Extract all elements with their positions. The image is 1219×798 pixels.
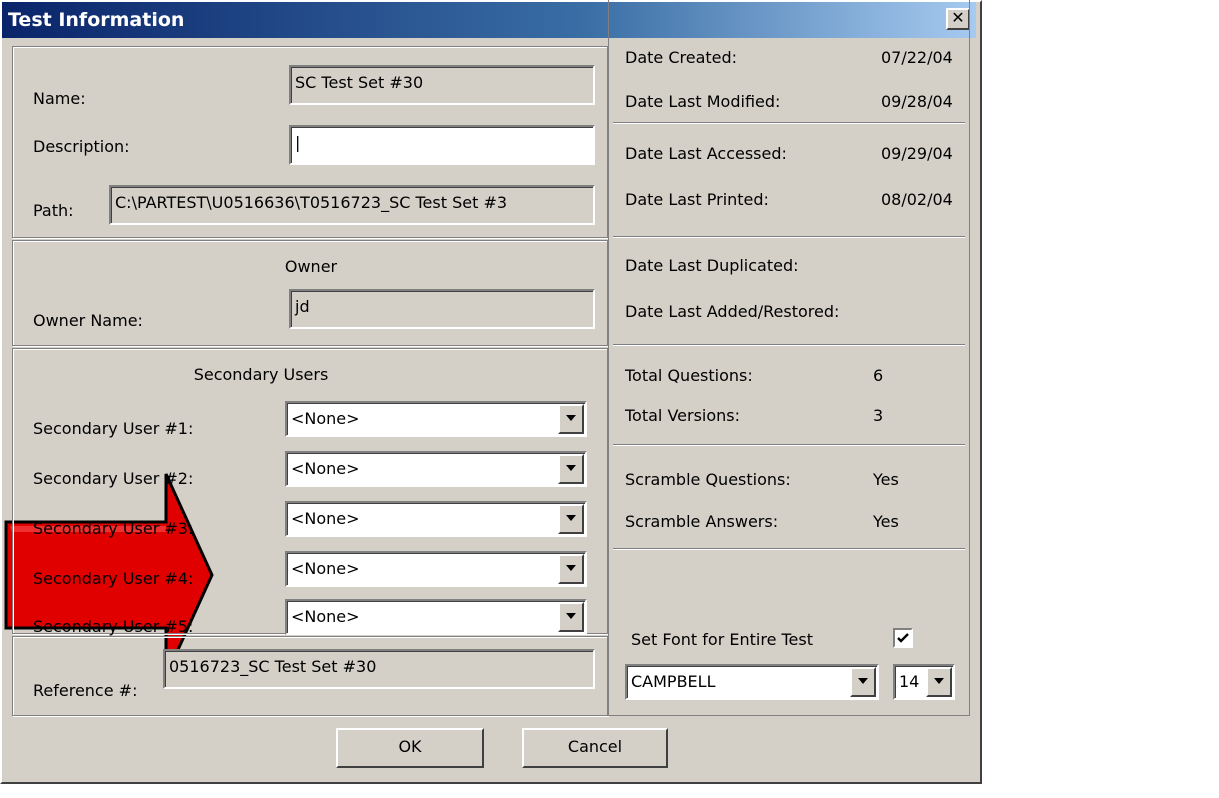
chevron-down-icon <box>566 465 576 471</box>
secondary-user-2-label: Secondary User #2: <box>33 469 194 488</box>
test-information-dialog: Test Information ✕ Name: SC Test Set #30… <box>0 0 982 784</box>
path-label: Path: <box>33 201 74 220</box>
divider <box>613 548 965 550</box>
chevron-down-icon <box>934 678 944 684</box>
owner-name-label: Owner Name: <box>33 311 143 330</box>
chevron-down-icon <box>566 515 576 521</box>
cancel-button[interactable]: Cancel <box>522 728 668 768</box>
general-info-group: Name: SC Test Set #30 Description: | Pat… <box>12 46 608 238</box>
secondary-users-group: Secondary Users Secondary User #1: <None… <box>12 348 608 636</box>
secondary-user-3-label: Secondary User #3: <box>33 519 194 538</box>
date-printed-label: Date Last Printed: <box>625 190 769 209</box>
set-font-label: Set Font for Entire Test <box>631 630 813 649</box>
owner-name-field[interactable]: jd <box>289 289 595 329</box>
secondary-user-4-value: <None> <box>291 559 360 578</box>
reference-label: Reference #: <box>33 681 138 700</box>
divider <box>613 122 965 124</box>
secondary-user-2-value: <None> <box>291 459 360 478</box>
secondary-user-5-label: Secondary User #5: <box>33 617 194 636</box>
secondary-user-1-label: Secondary User #1: <box>33 419 194 438</box>
reference-group: Reference #: 0516723_SC Test Set #30 <box>12 636 608 716</box>
dialog-title: Test Information <box>8 9 185 31</box>
date-created-label: Date Created: <box>625 48 738 67</box>
secondary-user-3-select[interactable]: <None> <box>285 501 587 537</box>
secondary-users-header: Secondary Users <box>193 365 329 384</box>
secondary-user-3-value: <None> <box>291 509 360 528</box>
date-modified-label: Date Last Modified: <box>625 92 781 111</box>
scramble-answers-value: Yes <box>873 512 899 531</box>
date-modified-value: 09/28/04 <box>881 92 953 111</box>
description-label: Description: <box>33 137 130 156</box>
secondary-user-1-value: <None> <box>291 409 360 428</box>
secondary-user-5-select[interactable]: <None> <box>285 599 587 635</box>
date-created-value: 07/22/04 <box>881 48 953 67</box>
dropdown-arrow-button[interactable] <box>558 504 584 534</box>
dropdown-arrow-button[interactable] <box>558 454 584 484</box>
owner-group: Owner Owner Name: jd <box>12 240 608 346</box>
scramble-questions-value: Yes <box>873 470 899 489</box>
chevron-down-icon <box>566 415 576 421</box>
total-versions-value: 3 <box>873 406 884 425</box>
secondary-user-1-select[interactable]: <None> <box>285 401 587 437</box>
date-duplicated-label: Date Last Duplicated: <box>625 256 799 275</box>
set-font-checkbox[interactable] <box>893 628 913 648</box>
divider <box>613 344 965 346</box>
description-input[interactable]: | <box>289 125 595 165</box>
owner-header: Owner <box>284 257 338 276</box>
dropdown-arrow-button[interactable] <box>926 667 952 697</box>
name-field[interactable]: SC Test Set #30 <box>289 65 595 105</box>
scramble-answers-label: Scramble Answers: <box>625 512 779 531</box>
scramble-questions-label: Scramble Questions: <box>625 470 791 489</box>
dropdown-arrow-button[interactable] <box>558 602 584 632</box>
secondary-user-4-label: Secondary User #4: <box>33 569 194 588</box>
secondary-user-4-select[interactable]: <None> <box>285 551 587 587</box>
total-questions-value: 6 <box>873 366 884 385</box>
ok-button[interactable]: OK <box>336 728 484 768</box>
total-questions-label: Total Questions: <box>625 366 753 385</box>
total-versions-label: Total Versions: <box>625 406 741 425</box>
font-name-value: CAMPBELL <box>631 672 716 691</box>
dropdown-arrow-button[interactable] <box>850 667 876 697</box>
date-accessed-label: Date Last Accessed: <box>625 144 787 163</box>
font-name-select[interactable]: CAMPBELL <box>625 664 879 700</box>
chevron-down-icon <box>858 678 868 684</box>
secondary-user-2-select[interactable]: <None> <box>285 451 587 487</box>
divider <box>613 236 965 238</box>
date-accessed-value: 09/29/04 <box>881 144 953 163</box>
dropdown-arrow-button[interactable] <box>558 404 584 434</box>
chevron-down-icon <box>566 613 576 619</box>
date-printed-value: 08/02/04 <box>881 190 953 209</box>
divider <box>613 444 965 446</box>
checkmark-icon <box>897 633 909 643</box>
right-panel: Date Created: 07/22/04 Date Last Modifie… <box>608 0 970 716</box>
dropdown-arrow-button[interactable] <box>558 554 584 584</box>
date-added-label: Date Last Added/Restored: <box>625 302 840 321</box>
font-size-select[interactable]: 14 <box>893 664 955 700</box>
font-size-value: 14 <box>899 672 920 691</box>
name-label: Name: <box>33 89 86 108</box>
chevron-down-icon <box>566 565 576 571</box>
reference-field[interactable]: 0516723_SC Test Set #30 <box>163 649 595 689</box>
path-field[interactable]: C:\PARTEST\U0516636\T0516723_SC Test Set… <box>109 185 595 225</box>
secondary-user-5-value: <None> <box>291 607 360 626</box>
